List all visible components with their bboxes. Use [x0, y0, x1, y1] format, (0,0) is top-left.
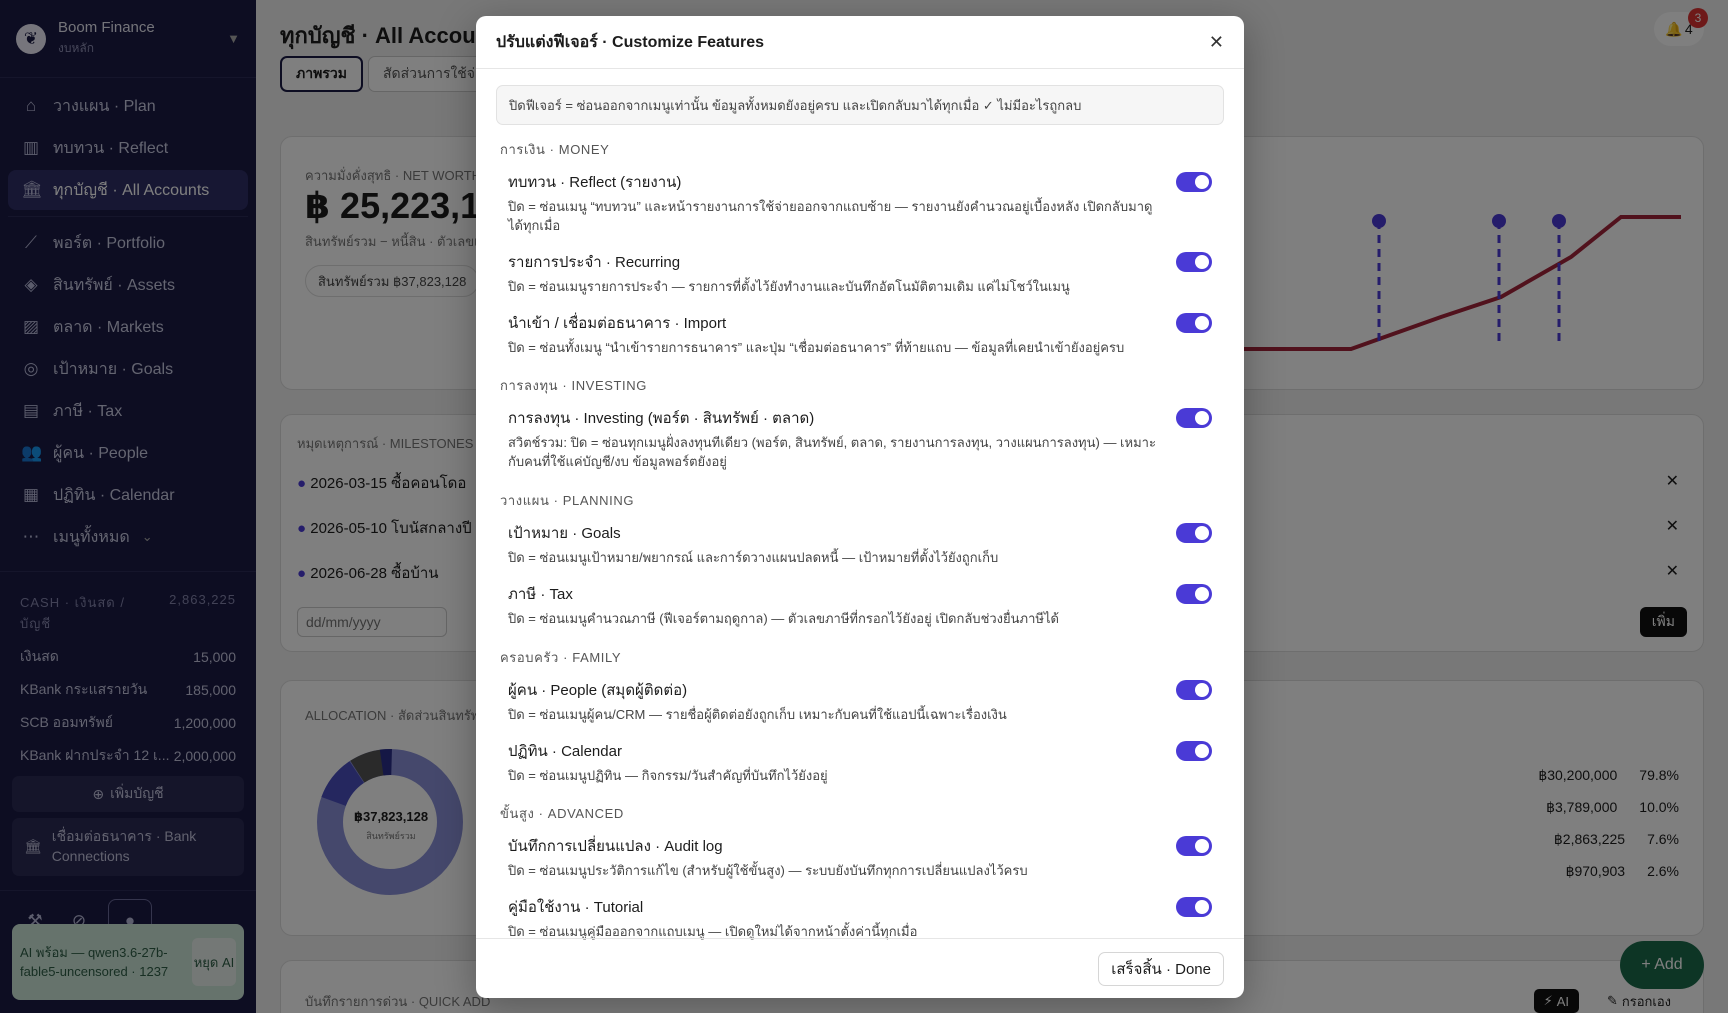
- feature-calendar: ปฏิทิน · Calendar ปิด = ซ่อนเมนูปฏิทิน — …: [496, 735, 1224, 790]
- toggle-audit-log[interactable]: [1176, 836, 1212, 857]
- section-planning: วางแผน · PLANNING: [500, 493, 635, 509]
- feature-title: บันทึกการเปลี่ยนแปลง · Audit log: [508, 838, 723, 856]
- feature-title: คู่มือใช้งาน · Tutorial: [508, 899, 644, 917]
- feature-title: ทบทวน · Reflect (รายงาน): [508, 174, 682, 191]
- feature-description: ปิด = ซ่อนเมนูผู้คน/CRM — รายชื่อผู้ติดต…: [508, 706, 1007, 722]
- dialog-footer: เสร็จสิ้น · Done: [476, 938, 1244, 998]
- feature-title: การลงทุน · Investing (พอร์ต · สินทรัพย์ …: [508, 410, 815, 428]
- feature-title: รายการประจำ · Recurring: [508, 253, 681, 271]
- feature-audit-log: บันทึกการเปลี่ยนแปลง · Audit log ปิด = ซ่…: [496, 830, 1224, 885]
- toggle-tax[interactable]: [1176, 583, 1212, 604]
- close-icon[interactable]: ✕: [1209, 32, 1224, 53]
- toggle-investing[interactable]: [1176, 408, 1212, 429]
- feature-reflect: ทบทวน · Reflect (รายงาน) ปิด = ซ่อนเมนู “…: [496, 166, 1224, 240]
- dialog-title: ปรับแต่งฟีเจอร์ · Customize Features: [496, 33, 765, 51]
- feature-description: ปิด = ซ่อนเมนูคำนวณภาษี (ฟีเจอร์ตามฤดูกา…: [508, 610, 1059, 626]
- section-family: ครอบครัว · FAMILY: [500, 649, 622, 665]
- feature-description: ปิด = ซ่อนเมนู “ทบทวน” และหน้ารายงานการใ…: [508, 199, 1153, 233]
- feature-recurring: รายการประจำ · Recurring ปิด = ซ่อนเมนูราย…: [496, 246, 1224, 301]
- feature-title: ผู้คน · People (สมุดผู้ติดต่อ): [508, 681, 688, 699]
- feature-description: ปิด = ซ่อนเมนูเป้าหมาย/พยากรณ์ และการ์ดว…: [508, 550, 999, 566]
- feature-description: ปิด = ซ่อนเมนูประวัติการแก้ไข (สำหรับผู้…: [508, 863, 1028, 879]
- feature-description: ปิด = ซ่อนเมนูรายการประจำ — รายการที่ตั้…: [508, 278, 1070, 294]
- feature-description: ปิด = ซ่อนทั้งเมนู “นำเข้ารายการธนาคาร” …: [508, 339, 1125, 355]
- feature-people: ผู้คน · People (สมุดผู้ติดต่อ) ปิด = ซ่อน…: [496, 674, 1224, 729]
- section-money: การเงิน · MONEY: [500, 142, 610, 157]
- toggle-calendar[interactable]: [1176, 740, 1212, 761]
- done-button[interactable]: เสร็จสิ้น · Done: [1098, 951, 1224, 986]
- section-investing: การลงทุน · INVESTING: [500, 378, 647, 394]
- toggle-reflect[interactable]: [1176, 172, 1212, 192]
- info-notice: ปิดฟีเจอร์ = ซ่อนออกจากเมนูเท่านั้น ข้อม…: [496, 85, 1224, 125]
- feature-investing: การลงทุน · Investing (พอร์ต · สินทรัพย์ …: [496, 402, 1224, 476]
- toggle-import[interactable]: [1176, 312, 1212, 333]
- feature-title: ภาษี · Tax: [508, 585, 573, 603]
- feature-tax: ภาษี · Tax ปิด = ซ่อนเมนูคำนวณภาษี (ฟีเจอ…: [496, 578, 1224, 633]
- section-advanced: ขั้นสูง · ADVANCED: [500, 806, 624, 822]
- toggle-recurring[interactable]: [1176, 251, 1212, 272]
- toggle-people[interactable]: [1176, 679, 1212, 700]
- feature-title: นำเข้า / เชื่อมต่อธนาคาร · Import: [508, 314, 727, 332]
- feature-goals: เป้าหมาย · Goals ปิด = ซ่อนเมนูเป้าหมาย/พ…: [496, 517, 1224, 572]
- feature-title: เป้าหมาย · Goals: [508, 525, 621, 543]
- customize-features-dialog: ปรับแต่งฟีเจอร์ · Customize Features ✕ ป…: [476, 16, 1244, 998]
- feature-title: ปฏิทิน · Calendar: [508, 742, 622, 760]
- feature-description: ปิด = ซ่อนเมนูปฏิทิน — กิจกรรม/วันสำคัญท…: [508, 767, 828, 783]
- dialog-body: ปิดฟีเจอร์ = ซ่อนออกจากเมนูเท่านั้น ข้อม…: [476, 69, 1244, 946]
- feature-description: สวิตช์รวม: ปิด = ซ่อนทุกเมนูฝั่งลงทุนทีเ…: [508, 435, 1156, 470]
- toggle-goals[interactable]: [1176, 523, 1212, 544]
- dialog-header: ปรับแต่งฟีเจอร์ · Customize Features ✕: [476, 16, 1244, 69]
- feature-import: นำเข้า / เชื่อมต่อธนาคาร · Import ปิด = ซ…: [496, 307, 1224, 362]
- toggle-tutorial[interactable]: [1176, 897, 1212, 918]
